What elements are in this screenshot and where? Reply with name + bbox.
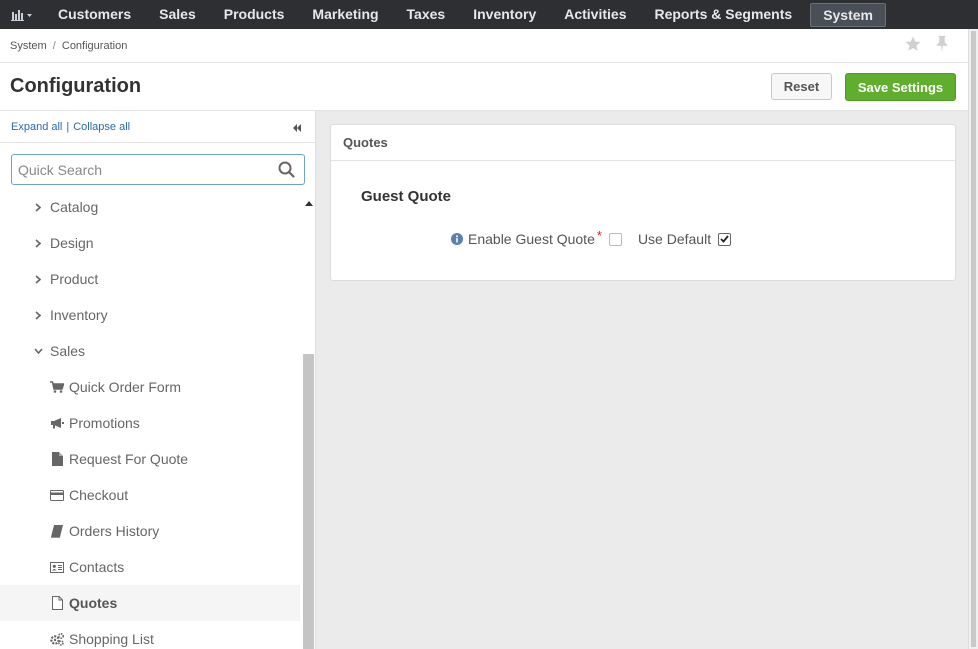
tree-item-label: Sales: [50, 343, 86, 359]
credit-card-icon: [50, 488, 64, 502]
dashboard-menu-button[interactable]: [0, 0, 44, 29]
megaphone-icon: [50, 416, 64, 430]
enable-guest-quote-row: Enable Guest Quote * Use Default: [451, 227, 732, 247]
file-outline-icon: [50, 596, 64, 610]
cogs-icon: [50, 632, 64, 646]
page-scrollbar[interactable]: [968, 29, 978, 649]
chevron-right-icon: [31, 274, 45, 284]
tree-item-checkout[interactable]: Checkout: [0, 477, 300, 513]
enable-guest-quote-checkbox[interactable]: [608, 232, 622, 246]
star-icon[interactable]: [904, 35, 922, 53]
breadcrumb-system[interactable]: System: [10, 40, 47, 52]
nav-inventory[interactable]: Inventory: [459, 0, 550, 29]
checkmark-icon: [720, 235, 729, 243]
tree-item-label: Shopping List: [69, 631, 154, 647]
tree-item-label: Contacts: [69, 559, 125, 575]
breadcrumb: System / Configuration: [10, 40, 127, 52]
page-actions: [904, 35, 950, 53]
divider: [0, 142, 315, 143]
config-tree: Catalog Design Product Inventory Sales Q…: [0, 196, 300, 649]
tree-item-orders-history[interactable]: Orders History: [0, 513, 300, 549]
tree-item-promotions[interactable]: Promotions: [0, 405, 300, 441]
chevron-right-icon: [31, 310, 45, 320]
link-divider: |: [66, 121, 70, 133]
quick-search-input[interactable]: [12, 155, 262, 184]
chevron-down-icon: [31, 348, 45, 354]
contact-card-icon: [50, 560, 64, 574]
tree-item-quotes[interactable]: Quotes: [0, 585, 300, 621]
tree-item-sales[interactable]: Sales: [0, 333, 300, 369]
tree-item-label: Catalog: [50, 199, 99, 215]
book-icon: [50, 524, 64, 538]
chevron-right-icon: [31, 202, 45, 212]
tree-item-label: Orders History: [69, 523, 160, 539]
nav-sales[interactable]: Sales: [145, 0, 210, 29]
page-title: Configuration: [10, 75, 142, 97]
tree-item-shopping-list[interactable]: Shopping List: [0, 621, 300, 649]
file-icon: [50, 452, 64, 466]
page-header: Configuration Reset Save Settings: [0, 63, 968, 111]
cart-icon: [50, 380, 64, 394]
quick-search-field[interactable]: [11, 154, 305, 185]
field-label: Enable Guest Quote: [468, 231, 595, 247]
tree-item-catalog[interactable]: Catalog: [0, 196, 300, 225]
expand-all-link[interactable]: Expand all: [11, 121, 62, 133]
nav-taxes[interactable]: Taxes: [393, 0, 460, 29]
breadcrumb-configuration: Configuration: [61, 40, 128, 52]
required-marker: *: [596, 227, 602, 243]
scroll-up-arrow-icon[interactable]: [305, 201, 313, 207]
quotes-panel: Quotes Guest Quote Enable Guest Quote * …: [330, 124, 956, 281]
tree-item-product[interactable]: Product: [0, 261, 300, 297]
tree-item-design[interactable]: Design: [0, 225, 300, 261]
nav-products[interactable]: Products: [210, 0, 299, 29]
section-title: Guest Quote: [361, 188, 452, 205]
nav-customers[interactable]: Customers: [44, 0, 145, 29]
tree-item-label: Quick Order Form: [69, 379, 182, 395]
nav-activities[interactable]: Activities: [550, 0, 640, 29]
tree-item-quick-order-form[interactable]: Quick Order Form: [0, 369, 300, 405]
use-default-label: Use Default: [637, 231, 712, 247]
nav-marketing[interactable]: Marketing: [298, 0, 392, 29]
use-default-checkbox[interactable]: [718, 232, 732, 246]
tree-item-label: Quotes: [69, 595, 118, 611]
panel-title: Quotes: [331, 125, 955, 161]
search-icon[interactable]: [278, 161, 295, 178]
bar-chart-icon: [11, 9, 32, 21]
info-icon[interactable]: [451, 233, 463, 245]
collapse-sidebar-icon[interactable]: [292, 123, 302, 133]
page-scrollbar-thumb[interactable]: [971, 31, 976, 647]
breadcrumb-bar: System / Configuration: [0, 29, 968, 63]
pin-icon[interactable]: [934, 35, 950, 53]
tree-item-label: Inventory: [50, 307, 108, 323]
nav-reports-segments[interactable]: Reports & Segments: [640, 0, 806, 29]
save-settings-button[interactable]: Save Settings: [845, 73, 956, 101]
config-sidebar: Expand all |Collapse all Catalog Design P…: [0, 111, 316, 649]
top-navigation: Customers Sales Products Marketing Taxes…: [0, 0, 978, 29]
chevron-right-icon: [31, 238, 45, 248]
tree-item-label: Promotions: [69, 415, 140, 431]
tree-item-label: Design: [50, 235, 94, 251]
tree-item-label: Product: [50, 271, 99, 287]
tree-item-label: Request For Quote: [69, 451, 189, 467]
tree-item-label: Checkout: [69, 487, 129, 503]
tree-item-contacts[interactable]: Contacts: [0, 549, 300, 585]
breadcrumb-separator: /: [52, 40, 56, 52]
tree-item-request-for-quote[interactable]: Request For Quote: [0, 441, 300, 477]
tree-item-inventory[interactable]: Inventory: [0, 297, 300, 333]
sidebar-scrollbar[interactable]: [301, 196, 315, 649]
reset-button[interactable]: Reset: [771, 73, 832, 100]
nav-system[interactable]: System: [810, 2, 886, 27]
scrollbar-thumb[interactable]: [303, 354, 314, 649]
tree-controls: Expand all | Collapse all: [11, 121, 130, 133]
collapse-all-link[interactable]: Collapse all: [73, 121, 130, 133]
